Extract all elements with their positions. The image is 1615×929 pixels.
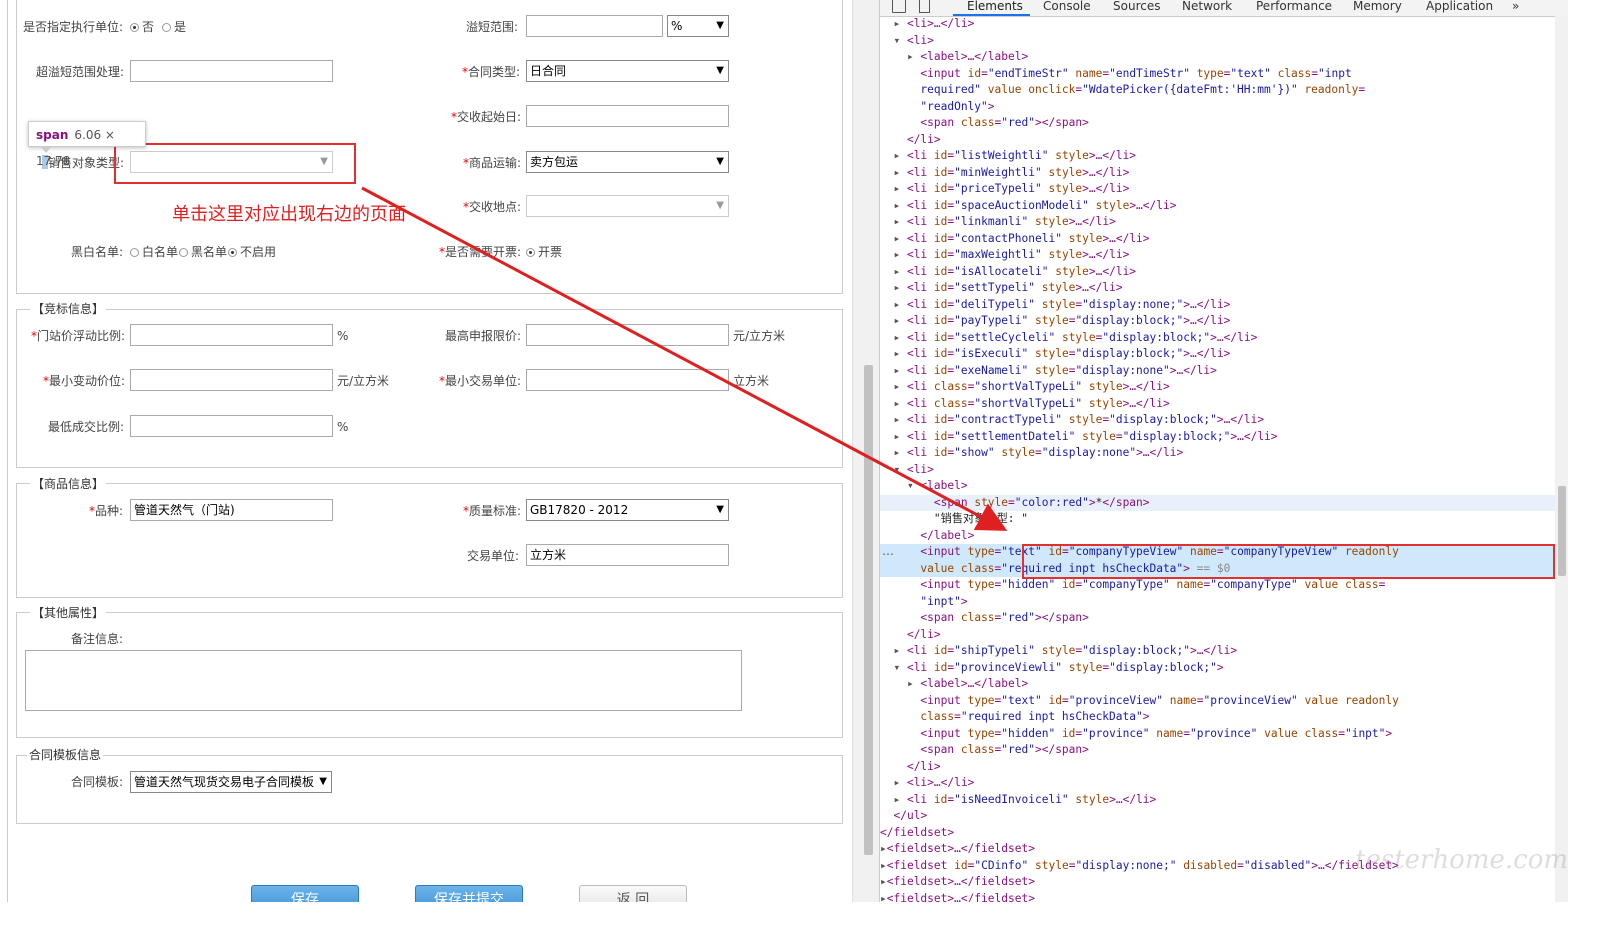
inspect-icon[interactable] — [892, 0, 906, 13]
overflow-range-label: 溢短范围: — [466, 20, 519, 34]
quality-label: *质量标准: — [463, 504, 522, 518]
template-legend: 合同模板信息 — [27, 748, 104, 762]
variety-label: *品种: — [89, 504, 124, 518]
shipping-label: *商品运输: — [463, 156, 522, 170]
min-deal-unit: % — [337, 420, 349, 434]
tooltip-arrow — [40, 146, 52, 153]
page-scrollbar[interactable] — [852, 0, 879, 902]
min-step-unit: 元/立方米 — [337, 374, 390, 388]
devtools-panel: Elements Console Sources Network Perform… — [879, 0, 1568, 902]
more-dots-icon[interactable]: … — [882, 544, 895, 558]
radio-icon — [130, 23, 139, 32]
device-toolbar-icon[interactable] — [919, 0, 930, 13]
tab-console[interactable]: Console — [1043, 0, 1091, 14]
tab-network[interactable]: Network — [1182, 0, 1232, 14]
bw-black-radio[interactable]: 黑名单 — [179, 245, 227, 259]
delivery-place-select[interactable]: ▼ — [526, 195, 729, 217]
overflow-unit-select[interactable]: % ▼ — [667, 15, 729, 37]
shipping-select[interactable]: 卖方包运 ▼ — [526, 151, 729, 173]
radio-icon — [526, 248, 535, 257]
overflow-handle-label: 超溢短范围处理: — [36, 65, 125, 79]
exec-yes-radio[interactable]: 是 — [162, 20, 186, 34]
form-page: 是否指定执行单位: 否 是 溢短范围: % ▼ 超溢短范围处理: *合同类型: 日… — [0, 0, 852, 902]
devtools-scrollbar-thumb[interactable] — [1558, 486, 1566, 576]
max-bid-unit: 元/立方米 — [733, 329, 786, 343]
goods-legend: 【商品信息】 — [30, 477, 107, 491]
remark-textarea[interactable] — [25, 650, 742, 711]
invoice-open-radio[interactable]: 开票 — [526, 245, 562, 259]
annotation-box-left — [114, 143, 356, 184]
back-button[interactable]: 返 回 — [579, 885, 687, 902]
invoice-label: *是否需要开票: — [439, 245, 522, 259]
template-label: 合同模板: — [71, 775, 124, 789]
tab-application[interactable]: Application — [1426, 0, 1493, 14]
trade-unit-input[interactable]: 立方米 — [526, 544, 729, 566]
bw-list-label: 黑白名单: — [71, 245, 124, 259]
quality-select[interactable]: GB17820 - 2012 ▼ — [526, 499, 729, 521]
radio-icon — [228, 248, 237, 257]
radio-icon — [130, 248, 139, 257]
chevron-down-icon: ▼ — [319, 776, 327, 787]
chevron-down-icon: ▼ — [716, 200, 724, 211]
delivery-start-input[interactable] — [526, 105, 729, 127]
contract-type-select[interactable]: 日合同 ▼ — [526, 60, 729, 82]
save-button[interactable]: 保存 — [251, 885, 359, 902]
inspect-tooltip: span 6.06 × 17.78 — [28, 121, 146, 168]
devtools-scrollbar[interactable] — [1555, 16, 1568, 902]
save-submit-button[interactable]: 保存并提交 — [415, 885, 523, 902]
left-border — [7, 0, 8, 902]
page-scrollbar-thumb[interactable] — [864, 365, 873, 855]
variety-input[interactable]: 管道天然气（门站) — [130, 499, 333, 521]
gate-float-input[interactable] — [130, 324, 333, 346]
chevron-down-icon: ▼ — [716, 156, 724, 167]
delivery-start-label: *交收起始日: — [451, 110, 522, 124]
more-tabs-icon[interactable]: » — [1512, 0, 1519, 14]
chevron-down-icon: ▼ — [716, 504, 724, 515]
annotation-box-right — [1022, 544, 1555, 579]
overflow-range-input[interactable] — [526, 15, 663, 37]
devtools-tabbar: Elements Console Sources Network Perform… — [880, 0, 1568, 17]
other-legend: 【其他属性】 — [30, 606, 107, 620]
remark-label: 备注信息: — [71, 632, 124, 646]
tab-sources[interactable]: Sources — [1113, 0, 1160, 14]
bw-white-radio[interactable]: 白名单 — [130, 245, 178, 259]
min-step-input[interactable] — [130, 369, 333, 391]
min-step-label: *最小变动价位: — [43, 374, 126, 388]
overflow-handle-input[interactable] — [130, 60, 333, 82]
max-bid-input[interactable] — [526, 324, 729, 346]
min-deal-label: 最低成交比例: — [48, 420, 125, 434]
chevron-down-icon: ▼ — [716, 65, 724, 76]
min-deal-input[interactable] — [130, 415, 333, 437]
gate-float-label: *门站价浮动比例: — [31, 329, 126, 343]
gate-float-unit: % — [337, 329, 349, 343]
exec-no-radio[interactable]: 否 — [130, 20, 154, 34]
bidding-legend: 【竞标信息】 — [30, 302, 107, 316]
watermark: testerhome.com — [1355, 845, 1569, 875]
min-trade-unit: 立方米 — [733, 374, 770, 388]
elements-tree[interactable]: ▸ <li>…</li> ▾ <li> ▸ <label>…</label> <… — [880, 16, 1568, 902]
exec-unit-label: 是否指定执行单位: — [23, 20, 124, 34]
max-bid-label: 最高申报限价: — [445, 329, 522, 343]
template-select[interactable]: 管道天然气现货交易电子合同模板 ▼ — [130, 771, 332, 793]
min-trade-input[interactable] — [526, 369, 729, 391]
chevron-down-icon: ▼ — [716, 20, 724, 31]
contract-type-label: *合同类型: — [462, 65, 521, 79]
tab-performance[interactable]: Performance — [1256, 0, 1332, 14]
radio-icon — [162, 23, 171, 32]
radio-icon — [179, 248, 188, 257]
bw-none-radio[interactable]: 不启用 — [228, 245, 276, 259]
tab-memory[interactable]: Memory — [1353, 0, 1402, 14]
annotation-text: 单击这里对应出现右边的页面 — [172, 204, 406, 225]
min-trade-label: *最小交易单位: — [439, 374, 522, 388]
trade-unit-label: 交易单位: — [467, 549, 520, 563]
delivery-place-label: *交收地点: — [463, 200, 522, 214]
tab-elements[interactable]: Elements — [967, 0, 1023, 14]
